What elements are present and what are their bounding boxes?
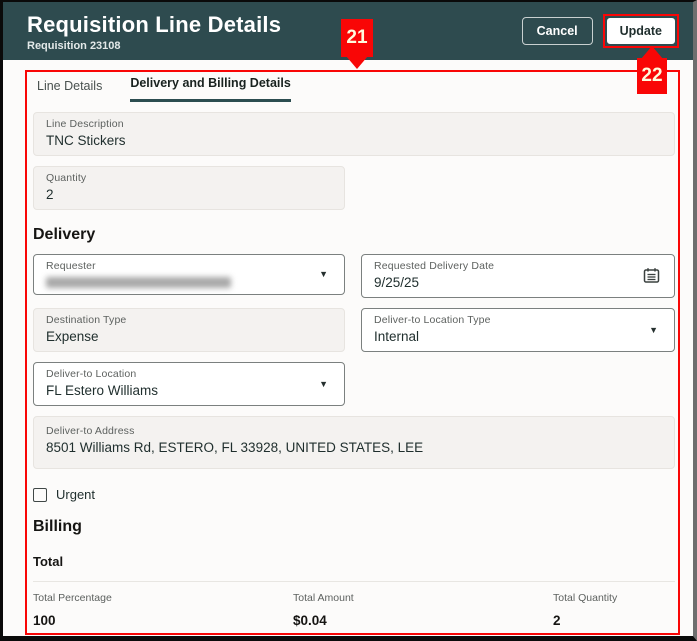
requested-delivery-date-label: Requested Delivery Date: [374, 260, 495, 272]
deliver-to-address-field: Deliver-to Address 8501 Williams Rd, EST…: [33, 416, 675, 469]
destination-location-type-row: Destination Type Expense Deliver-to Loca…: [33, 298, 675, 352]
deliver-to-location-dropdown[interactable]: Deliver-to Location FL Estero Williams ▼: [33, 362, 345, 406]
totals-row: Total Percentage 100 Total Amount $0.04 …: [33, 592, 675, 628]
requisition-line-details-window: Requisition Line Details Requisition 231…: [0, 0, 697, 641]
deliver-to-location-label: Deliver-to Location: [46, 368, 137, 380]
destination-type-field: Destination Type Expense: [33, 308, 345, 352]
page-header: Requisition Line Details Requisition 231…: [3, 2, 693, 60]
tab-bar: Line Details Delivery and Billing Detail…: [37, 76, 675, 102]
urgent-checkbox-row: Urgent: [33, 487, 675, 502]
header-actions: Cancel Update: [521, 14, 679, 48]
requester-value-redacted: [46, 277, 231, 288]
update-button[interactable]: Update: [606, 18, 675, 44]
line-description-value: TNC Stickers: [46, 133, 126, 148]
deliver-to-location-value: FL Estero Williams: [46, 383, 159, 398]
chevron-down-icon[interactable]: ▼: [315, 269, 332, 279]
deliver-to-location-type-dropdown[interactable]: Deliver-to Location Type Internal ▼: [361, 308, 675, 352]
deliver-to-location-type-value: Internal: [374, 329, 420, 344]
total-amount-label: Total Amount: [293, 592, 354, 604]
requester-date-row: Requester ▼ Requested Delivery Date 9/25…: [33, 244, 675, 298]
total-quantity-label: Total Quantity: [553, 592, 618, 604]
details-panel: Line Details Delivery and Billing Detail…: [3, 60, 693, 636]
deliver-to-address-value: 8501 Williams Rd, ESTERO, FL 33928, UNIT…: [46, 440, 424, 455]
deliver-to-address-label: Deliver-to Address: [46, 425, 135, 437]
billing-section-heading: Billing: [33, 518, 82, 535]
tab-delivery-and-billing-details[interactable]: Delivery and Billing Details: [130, 76, 291, 102]
requested-delivery-date-value: 9/25/25: [374, 275, 420, 290]
requester-label: Requester: [46, 260, 96, 272]
chevron-down-icon[interactable]: ▼: [315, 379, 332, 389]
line-description-label: Line Description: [46, 118, 124, 130]
totals-top-divider: [33, 581, 675, 582]
cancel-button[interactable]: Cancel: [521, 17, 593, 45]
requester-dropdown[interactable]: Requester ▼: [33, 254, 345, 295]
total-subheading: Total: [33, 554, 64, 569]
deliver-to-location-type-label: Deliver-to Location Type: [374, 314, 491, 326]
tab-line-details[interactable]: Line Details: [37, 79, 102, 102]
chevron-down-icon[interactable]: ▼: [645, 325, 662, 335]
total-percentage-label: Total Percentage: [33, 592, 112, 604]
urgent-checkbox[interactable]: [33, 487, 47, 502]
line-description-field: Line Description TNC Stickers: [33, 112, 675, 156]
total-amount-value: $0.04: [293, 613, 327, 628]
destination-type-value: Expense: [46, 329, 99, 344]
update-button-highlight-rect: Update: [602, 14, 679, 48]
page-title: Requisition Line Details: [27, 11, 282, 37]
quantity-value: 2: [46, 187, 54, 202]
urgent-label: Urgent: [56, 487, 96, 502]
requested-delivery-date-field[interactable]: Requested Delivery Date 9/25/25: [361, 254, 675, 298]
page-subtitle: Requisition 23108: [27, 39, 121, 52]
quantity-field: Quantity 2: [33, 166, 345, 210]
quantity-label: Quantity: [46, 172, 87, 184]
delivery-section-heading: Delivery: [33, 226, 96, 243]
header-titles: Requisition Line Details Requisition 231…: [27, 11, 522, 52]
total-quantity-value: 2: [553, 613, 561, 628]
total-percentage-value: 100: [33, 613, 56, 628]
calendar-icon[interactable]: [643, 267, 660, 284]
destination-type-label: Destination Type: [46, 314, 127, 326]
